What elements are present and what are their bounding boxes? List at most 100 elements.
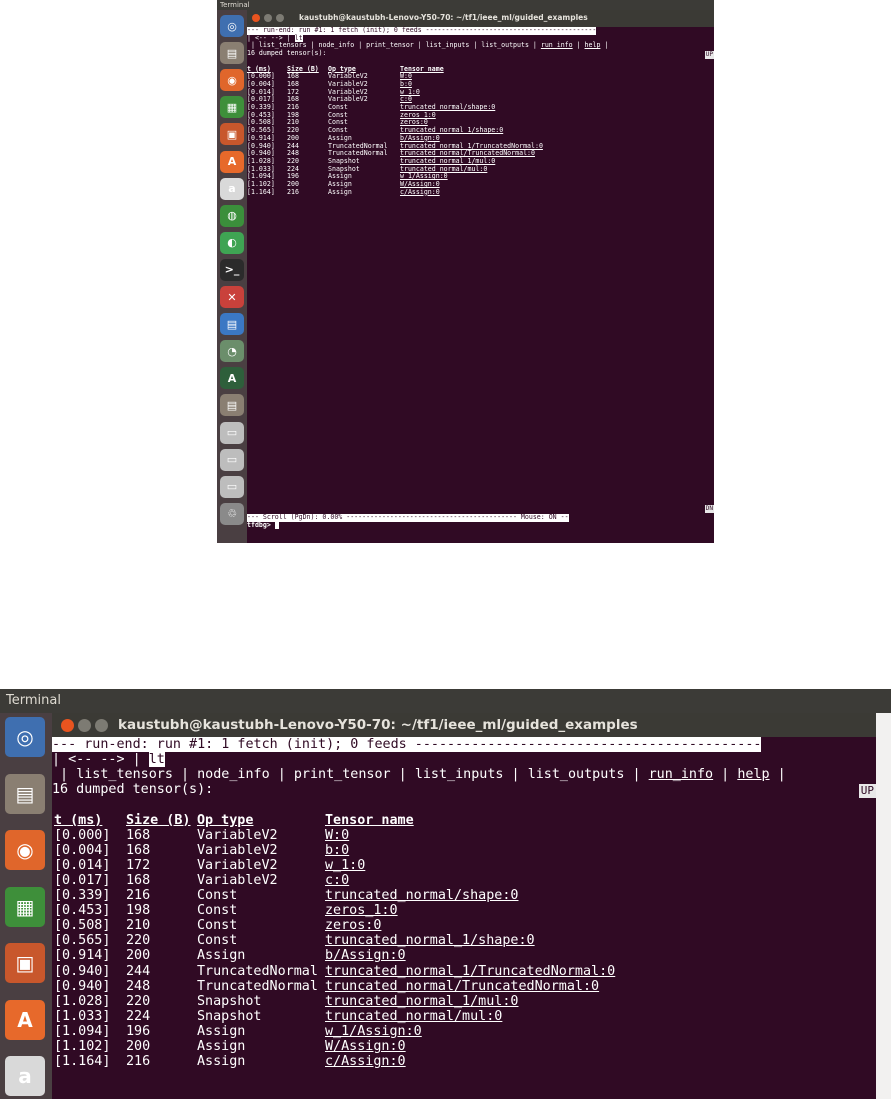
launcher-item[interactable]: ◉ (220, 69, 244, 92)
close-button[interactable] (61, 719, 74, 732)
row-tensor-name[interactable]: c/Assign:0 (325, 1054, 406, 1069)
menu-item-help[interactable]: help (737, 767, 769, 782)
minimize-button[interactable] (78, 719, 91, 732)
menu-item-help[interactable]: help (585, 41, 601, 50)
launcher-item[interactable]: ◍ (220, 204, 244, 227)
launcher-item[interactable]: ◉ (5, 830, 45, 870)
scroll-up-button[interactable]: UP (704, 51, 714, 60)
terminal-area[interactable]: --- run-end: run #1: 1 fetch (init); 0 f… (247, 26, 714, 543)
table-row: [1.102] 200 Assign W/Assign:0 (247, 180, 714, 189)
launcher-item[interactable]: a (5, 1056, 45, 1096)
launcher-item[interactable]: A (220, 367, 244, 390)
terminal-icon: >_ (224, 263, 240, 277)
header-size[interactable]: Size (B) (126, 813, 191, 828)
tfdbg-prompt[interactable]: tfdbg> (247, 521, 279, 530)
launcher-item[interactable]: ▤ (5, 773, 45, 814)
row-tensor-name[interactable]: w_1/Assign:0 (325, 1024, 422, 1039)
launcher-item[interactable]: >_ (220, 258, 244, 281)
menu-item-run-info[interactable]: run_info (541, 41, 573, 50)
header-tensor-name[interactable]: Tensor name (325, 813, 414, 828)
launcher-item[interactable]: ▦ (5, 886, 45, 927)
launcher-item[interactable]: ▤ (220, 42, 244, 65)
nav-arrows[interactable]: | <-- --> | (52, 752, 149, 767)
row-tensor-name[interactable]: b:0 (325, 843, 349, 858)
row-tensor-name[interactable]: truncated_normal/mul:0 (325, 1009, 502, 1024)
launcher-item[interactable]: ◎ (5, 717, 45, 757)
launcher-item[interactable]: a (220, 177, 244, 200)
row-tensor-name[interactable]: zeros:0 (325, 918, 381, 933)
maximize-button[interactable] (276, 14, 284, 22)
header-op-type[interactable]: Op type (197, 813, 253, 828)
menu-item-list-outputs[interactable]: list_outputs (481, 41, 529, 50)
launcher-item[interactable]: ▣ (5, 943, 45, 983)
table-row: [0.004] 168 VariableV2 b:0 (52, 843, 876, 858)
row-time: [0.914] (54, 948, 111, 964)
table-row: [1.102] 200 Assign W/Assign:0 (52, 1039, 876, 1054)
row-time: [0.339] (54, 888, 111, 903)
maximize-button[interactable] (95, 719, 108, 732)
launcher-item[interactable]: ▤ (220, 394, 244, 417)
row-tensor-name[interactable]: truncated_normal_1/TruncatedNormal:0 (325, 964, 615, 979)
row-tensor-name[interactable]: truncated_normal/shape:0 (325, 888, 518, 903)
row-size: 216 (287, 187, 299, 196)
launcher-item[interactable]: ▭ (220, 448, 244, 471)
ubuntu-dash-icon: ◎ (16, 725, 34, 749)
launcher-item[interactable]: ▣ (220, 123, 244, 146)
row-tensor-name[interactable]: c:0 (325, 873, 349, 888)
amazon-icon: a (228, 182, 236, 196)
row-tensor-name[interactable]: w_1:0 (325, 858, 365, 873)
minimize-button[interactable] (264, 14, 272, 22)
launcher-item[interactable]: A (220, 150, 244, 173)
tensor-table-header: t (ms) Size (B) Op type Tensor name (52, 813, 876, 828)
launcher-item[interactable]: ▦ (220, 96, 244, 119)
menu-separator: | (172, 767, 198, 783)
row-time: [1.094] (54, 1023, 111, 1039)
menu-separator: | (624, 767, 649, 783)
terminal-area[interactable]: --- run-end: run #1: 1 fetch (init); 0 f… (52, 737, 876, 1099)
scroll-down-button[interactable]: DN (704, 505, 714, 513)
launcher-item[interactable]: ▭ (220, 475, 244, 498)
row-tensor-name[interactable]: truncated_normal/TruncatedNormal:0 (325, 979, 599, 994)
launcher-item[interactable]: ✕ (220, 286, 244, 308)
launcher-item[interactable]: ▤ (220, 313, 244, 336)
menu-item-run-info[interactable]: run_info (649, 767, 714, 782)
row-tensor-name[interactable]: W:0 (325, 828, 349, 843)
menu-separator: | (52, 767, 77, 783)
trash-icon: ♲ (227, 507, 237, 521)
launcher-item[interactable]: A (5, 999, 45, 1040)
menu-item-print-tensor[interactable]: print_tensor (366, 41, 414, 50)
menu-item-print-tensor[interactable]: print_tensor (294, 767, 391, 782)
launcher-item[interactable]: ◐ (220, 231, 244, 254)
row-size: 168 (126, 827, 151, 843)
row-time: [0.565] (54, 933, 111, 949)
row-time: [1.102] (54, 1039, 111, 1054)
table-row: [1.164] 216 Assign c/Assign:0 (247, 187, 714, 197)
calc-icon: ▦ (15, 894, 35, 919)
launcher-item[interactable]: ◔ (220, 340, 244, 363)
row-tensor-name[interactable]: b/Assign:0 (325, 948, 406, 963)
menu-item-list-inputs[interactable]: list_inputs (426, 41, 470, 50)
launcher: ◎ ▤ ◉ ▦ ▣ Aa ◍ ◐ >_ ✕ ▤ ◔ A ▤ ▭ ▭ ▭ ♲ (217, 10, 247, 543)
row-time: [1.028] (54, 993, 111, 1009)
table-row: [0.000] 168 VariableV2 W:0 (247, 72, 714, 81)
menu-item-list-inputs[interactable]: list_inputs (415, 767, 504, 782)
header-time[interactable]: t (ms) (54, 813, 102, 828)
row-tensor-name[interactable]: zeros_1:0 (325, 903, 398, 918)
row-tensor-name[interactable]: c/Assign:0 (400, 188, 440, 197)
launcher-item[interactable]: ♲ (220, 502, 244, 525)
table-row: [1.094] 196 Assign w_1/Assign:0 (52, 1024, 876, 1039)
row-tensor-name[interactable]: truncated_normal_1/shape:0 (325, 933, 535, 948)
row-time: [0.004] (54, 842, 111, 858)
menu-separator: | (469, 41, 482, 50)
launcher-item[interactable]: ◎ (220, 15, 244, 37)
current-command: lt (148, 752, 165, 768)
menu-item-node-info[interactable]: node_info (197, 767, 270, 782)
row-tensor-name[interactable]: W/Assign:0 (325, 1039, 406, 1054)
launcher-item[interactable]: ▭ (220, 421, 244, 444)
table-row: [0.339] 216 Const truncated_normal/shape:0 (247, 103, 714, 112)
menu-item-list-tensors[interactable]: list_tensors (76, 767, 173, 782)
close-button[interactable] (252, 14, 260, 22)
row-tensor-name[interactable]: truncated_normal_1/mul:0 (325, 994, 518, 1009)
menu-item-list-outputs[interactable]: list_outputs (528, 767, 625, 782)
scroll-up-button[interactable]: UP (858, 784, 876, 799)
